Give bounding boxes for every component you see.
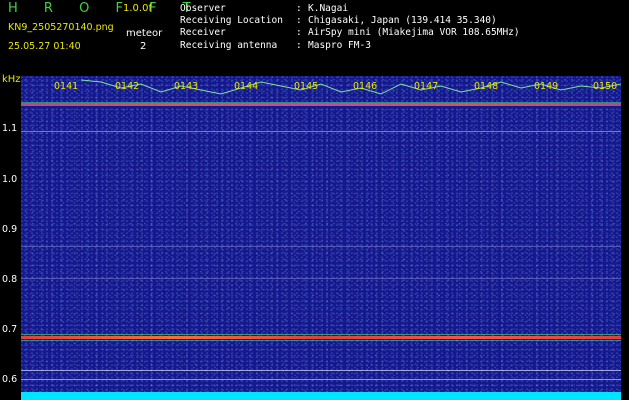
carrier-signal-halo: [21, 334, 621, 335]
info-row-location: Receiving Location : Chigasaki, Japan (1…: [180, 15, 520, 27]
spectrogram-window: H R O F F T 1.0.0f KN9_2505270140.png me…: [0, 0, 629, 400]
x-tick-label: 0147: [414, 81, 439, 92]
info-sep: :: [296, 3, 302, 14]
mode-label: meteor: [126, 28, 163, 39]
y-tick-label: 1.0: [2, 174, 18, 185]
x-tick-label: 0145: [294, 81, 319, 92]
y-tick-label: 0.9: [2, 224, 18, 235]
info-key: Receiving Location: [180, 15, 283, 27]
y-tick-label: 0.6: [2, 374, 18, 385]
carrier-signal-halo: [21, 340, 621, 341]
x-tick-label: 0148: [474, 81, 499, 92]
app-title: H R O F F T: [8, 1, 202, 16]
x-tick-label: 0150: [593, 81, 618, 92]
info-row-receiver: Receiver : AirSpy mini (Miakejima VOR 10…: [180, 27, 520, 39]
mode-value: 2: [140, 41, 147, 52]
x-tick-label: 0142: [115, 81, 140, 92]
info-key: Receiving antenna: [180, 39, 278, 51]
info-row-antenna: Receiving antenna : Maspro FM-3: [180, 40, 520, 52]
top-trace: [80, 79, 621, 95]
info-value: K.Nagai: [308, 3, 349, 14]
info-value: AirSpy mini (Miakejima VOR 108.65MHz): [308, 27, 520, 39]
x-tick-label: 0149: [534, 81, 559, 92]
y-tick-label: 1.1: [2, 123, 18, 134]
y-axis-unit: kHz: [2, 74, 21, 85]
grid-line: [21, 379, 621, 380]
datetime-label: 25.05.27 01:40: [8, 41, 81, 52]
info-sep: :: [296, 39, 302, 51]
info-sep: :: [296, 15, 302, 27]
baseline-band: [21, 392, 621, 400]
info-sep: :: [296, 27, 302, 39]
y-tick-label: 0.8: [2, 274, 18, 285]
x-tick-label: 0143: [174, 81, 199, 92]
carrier-signal-band: [21, 336, 621, 339]
x-tick-label: 0141: [54, 81, 79, 92]
grid-line: [21, 370, 621, 371]
filename-label: KN9_2505270140.png: [8, 22, 114, 33]
x-tick-label: 0144: [234, 81, 259, 92]
grid-line: [21, 246, 621, 247]
station-info: Observer : K.Nagai Receiving Location : …: [180, 3, 520, 52]
info-value: Maspro FM-3: [308, 39, 371, 51]
x-tick-label: 0146: [353, 81, 378, 92]
version-label: 1.0.0f: [123, 3, 152, 14]
info-row-observer: Observer : K.Nagai: [180, 3, 520, 15]
y-tick-label: 0.7: [2, 324, 18, 335]
info-value: Chigasaki, Japan (139.414 35.340): [308, 15, 497, 27]
info-key: Receiver: [180, 27, 226, 39]
spectrogram-plot: [21, 76, 621, 400]
info-key: Observer: [180, 3, 226, 14]
grid-line: [21, 278, 621, 279]
grid-line: [21, 131, 621, 132]
